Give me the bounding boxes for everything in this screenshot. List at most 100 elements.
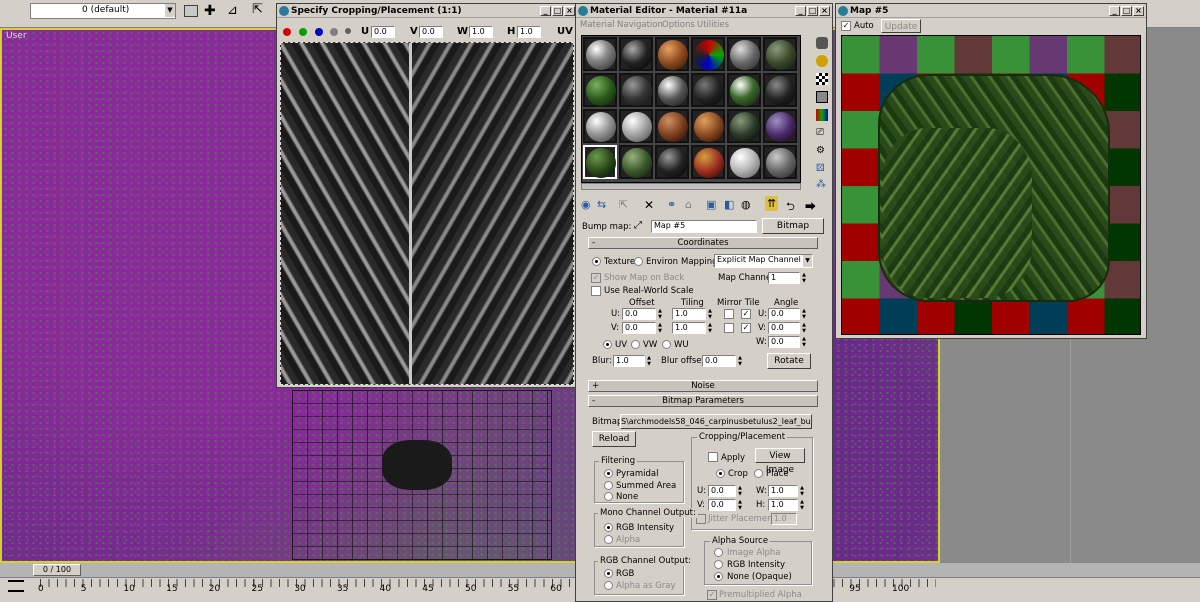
uv-tiling-icon[interactable] — [816, 91, 828, 103]
red-channel-button[interactable] — [283, 28, 291, 36]
close-button[interactable]: × — [1133, 6, 1144, 16]
u-tile-checkbox[interactable]: ✓ — [741, 309, 751, 319]
v-angle-field[interactable]: 0.0 — [768, 322, 800, 334]
select-by-material-icon[interactable]: ⚄ — [816, 163, 828, 175]
assign-to-selection-icon[interactable]: ⇱ — [619, 198, 628, 211]
background-icon[interactable] — [816, 73, 828, 85]
blur-spinner[interactable]: ▲ ▼ — [646, 355, 652, 367]
rgb-intensity-source-radio[interactable] — [714, 560, 723, 569]
map-channel-field[interactable]: 1 — [768, 272, 800, 284]
crop-image-area[interactable] — [280, 42, 574, 385]
mapping-dropdown[interactable]: Explicit Map Channel — [714, 254, 813, 268]
viewport-label[interactable]: User — [6, 31, 27, 41]
coordinates-rollout-header[interactable]: - Coordinates — [588, 237, 818, 249]
sample-type-icon[interactable] — [816, 37, 828, 49]
sample-slot[interactable] — [727, 145, 761, 179]
v-offset-field[interactable]: 0.0 — [622, 322, 656, 334]
go-to-parent-icon[interactable]: ⇈ — [765, 196, 779, 211]
pick-material-icon[interactable]: ⮕ — [805, 198, 816, 214]
sample-slot[interactable] — [727, 73, 761, 107]
crop-h-field[interactable]: 1.0 — [517, 26, 541, 38]
blue-channel-button[interactable] — [315, 28, 323, 36]
menu-material[interactable]: Material — [580, 20, 615, 30]
sample-slot[interactable] — [583, 109, 617, 143]
sample-slots-scrollbar[interactable] — [581, 183, 801, 190]
crop-w-param-spinner[interactable]: ▲ ▼ — [799, 485, 805, 497]
sample-slot[interactable] — [763, 145, 797, 179]
crop-u-param-spinner[interactable]: ▲ ▼ — [737, 485, 743, 497]
crop-u-param-field[interactable]: 0.0 — [708, 485, 736, 497]
v-tile-checkbox[interactable]: ✓ — [741, 323, 751, 333]
texture-radio[interactable] — [592, 257, 601, 266]
video-color-check-icon[interactable] — [816, 109, 828, 121]
crop-h-param-spinner[interactable]: ▲ ▼ — [799, 499, 805, 511]
map-channel-spinner[interactable]: ▲ ▼ — [801, 272, 807, 284]
sample-slot[interactable] — [655, 73, 689, 107]
v-offset-spinner[interactable]: ▲ ▼ — [657, 322, 663, 334]
layer-manager-icon[interactable] — [184, 5, 198, 17]
put-to-scene-icon[interactable]: ⇆ — [597, 198, 606, 211]
blur-offset-field[interactable]: 0.0 — [702, 355, 736, 367]
show-map-icon[interactable]: ◧ — [724, 198, 734, 211]
put-to-library-icon[interactable]: ⌂ — [685, 198, 692, 211]
crop-u-field[interactable]: 0.0 — [371, 26, 395, 38]
sample-slot[interactable] — [655, 37, 689, 71]
reload-button[interactable]: Reload — [592, 431, 636, 447]
maximize-button[interactable]: □ — [1121, 6, 1132, 16]
u-angle-field[interactable]: 0.0 — [768, 308, 800, 320]
close-button[interactable]: × — [819, 6, 830, 16]
crop-h-param-field[interactable]: 1.0 — [768, 499, 798, 511]
alpha-channel-button[interactable] — [330, 28, 338, 36]
w-angle-field[interactable]: 0.0 — [768, 336, 800, 348]
crop-v-param-field[interactable]: 0.0 — [708, 499, 736, 511]
new-layer-icon[interactable]: ✚ — [204, 3, 216, 19]
menu-options[interactable]: Options — [662, 20, 695, 30]
reset-map-icon[interactable]: ✕ — [644, 198, 654, 212]
minimize-button[interactable]: _ — [1109, 6, 1120, 16]
add-to-layer-icon[interactable]: ⊿ — [227, 3, 238, 19]
place-radio[interactable] — [754, 469, 763, 478]
close-button[interactable]: × — [564, 6, 575, 16]
rgb-radio[interactable] — [604, 569, 613, 578]
auto-checkbox[interactable]: ✓ — [841, 21, 851, 31]
v-angle-spinner[interactable]: ▲ ▼ — [801, 322, 807, 334]
sample-slot[interactable] — [583, 73, 617, 107]
environ-radio[interactable] — [634, 257, 643, 266]
sample-slot[interactable] — [691, 109, 725, 143]
image-alpha-radio[interactable] — [714, 548, 723, 557]
apply-checkbox[interactable] — [708, 452, 718, 462]
sample-slot[interactable] — [763, 109, 797, 143]
summed-area-radio[interactable] — [604, 481, 613, 490]
premultiplied-alpha-checkbox[interactable]: ✓ — [707, 590, 717, 600]
sample-slot[interactable] — [619, 109, 653, 143]
uv-radio[interactable] — [603, 340, 612, 349]
crop-w-field[interactable]: 1.0 — [469, 26, 493, 38]
u-angle-spinner[interactable]: ▲ ▼ — [801, 308, 807, 320]
sample-slot[interactable] — [619, 145, 653, 179]
options-icon[interactable]: ⚙ — [816, 145, 828, 157]
mono-alpha-radio[interactable] — [604, 535, 613, 544]
rotate-button[interactable]: Rotate — [767, 353, 811, 369]
mono-channel-button[interactable] — [345, 28, 351, 34]
sample-slot[interactable] — [619, 73, 653, 107]
sample-slot[interactable] — [691, 73, 725, 107]
layer-dropdown-arrow[interactable]: ▼ — [165, 4, 175, 17]
sample-slot[interactable] — [691, 37, 725, 71]
pyramidal-radio[interactable] — [604, 469, 613, 478]
green-channel-button[interactable] — [299, 28, 307, 36]
show-end-result-icon[interactable]: ◍ — [741, 198, 751, 211]
go-forward-icon[interactable]: ⮌ — [786, 198, 795, 217]
get-material-icon[interactable]: ◉ — [581, 198, 591, 211]
w-angle-spinner[interactable]: ▲ ▼ — [801, 336, 807, 348]
none-opaque-radio[interactable] — [714, 572, 723, 581]
crop-window-titlebar[interactable]: Specify Cropping/Placement (1:1) _ □ × — [277, 4, 577, 18]
blur-field[interactable]: 1.0 — [613, 355, 645, 367]
map-type-button[interactable]: Bitmap — [762, 218, 824, 234]
track-bar-icon[interactable] — [8, 580, 24, 592]
make-unique-icon[interactable]: ⚭ — [667, 198, 676, 211]
rgb-intensity-radio[interactable] — [604, 523, 613, 532]
select-layer-icon[interactable]: ⇱ — [252, 2, 263, 18]
sample-slot[interactable] — [655, 109, 689, 143]
u-offset-field[interactable]: 0.0 — [622, 308, 656, 320]
sample-slot[interactable] — [655, 145, 689, 179]
